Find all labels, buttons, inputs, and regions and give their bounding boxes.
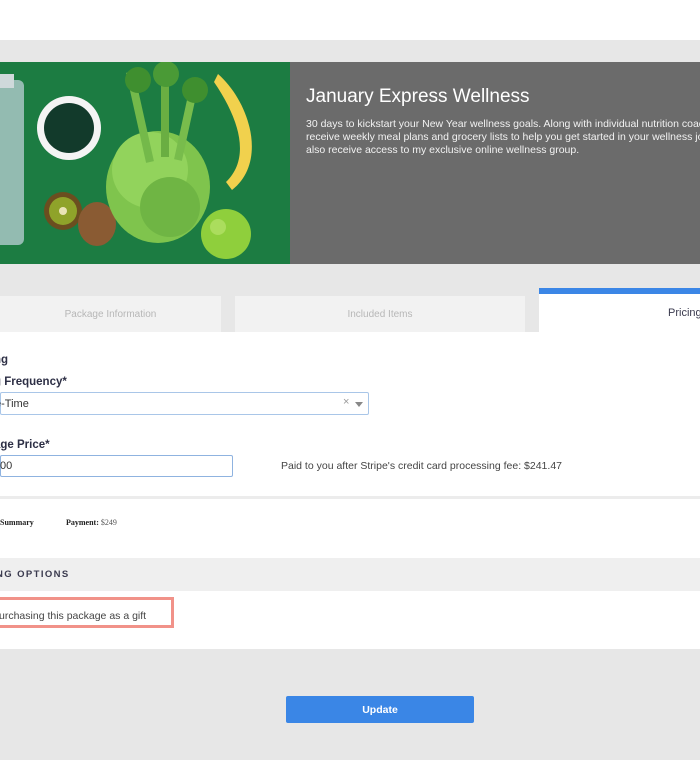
pricing-section-title: ng bbox=[0, 354, 9, 366]
package-cover-image bbox=[0, 62, 290, 264]
package-info-panel: January Express Wellness 30 days to kick… bbox=[290, 62, 700, 264]
clear-icon[interactable]: × bbox=[343, 396, 349, 408]
billing-frequency-label: g Frequency* bbox=[0, 376, 67, 388]
pricing-panel: ng g Frequency* e-Time × age Price* .00 … bbox=[0, 332, 700, 496]
billing-frequency-select[interactable]: e-Time × bbox=[0, 392, 369, 415]
package-price-input[interactable]: .00 bbox=[0, 455, 233, 477]
payment-label: Payment: bbox=[66, 518, 99, 527]
billing-frequency-value: e-Time bbox=[0, 398, 29, 410]
processing-fee-note: Paid to you after Stripe's credit card p… bbox=[281, 460, 562, 472]
update-button[interactable]: Update bbox=[286, 696, 474, 723]
tab-label: Pricing bbox=[668, 307, 700, 319]
payment-summary: g Summary Payment: $249 bbox=[0, 499, 700, 558]
top-bar bbox=[0, 0, 700, 40]
tab-package-information[interactable]: Package Information bbox=[0, 296, 221, 332]
chevron-down-icon[interactable] bbox=[355, 402, 363, 407]
payment-value: $249 bbox=[100, 518, 117, 527]
package-description: 30 days to kickstart your New Year welln… bbox=[306, 118, 700, 156]
tab-pricing[interactable]: Pricing bbox=[539, 288, 700, 332]
gift-option-row: urchasing this package as a gift bbox=[0, 591, 700, 649]
package-hero: January Express Wellness 30 days to kick… bbox=[0, 62, 700, 264]
package-price-label: age Price* bbox=[0, 439, 50, 451]
package-price-value: .00 bbox=[0, 460, 13, 472]
tab-label: Package Information bbox=[64, 308, 157, 320]
summary-title: g Summary bbox=[0, 518, 34, 527]
tab-label: Included Items bbox=[347, 308, 413, 320]
vegetables-illustration bbox=[0, 62, 290, 264]
summary-payment: Payment: $249 bbox=[66, 518, 117, 527]
tab-included-items[interactable]: Included Items bbox=[235, 296, 525, 332]
options-title: NG OPTIONS bbox=[0, 569, 70, 580]
package-title: January Express Wellness bbox=[306, 86, 530, 107]
options-header: NG OPTIONS bbox=[0, 558, 700, 591]
gift-option-label[interactable]: urchasing this package as a gift bbox=[0, 610, 146, 622]
